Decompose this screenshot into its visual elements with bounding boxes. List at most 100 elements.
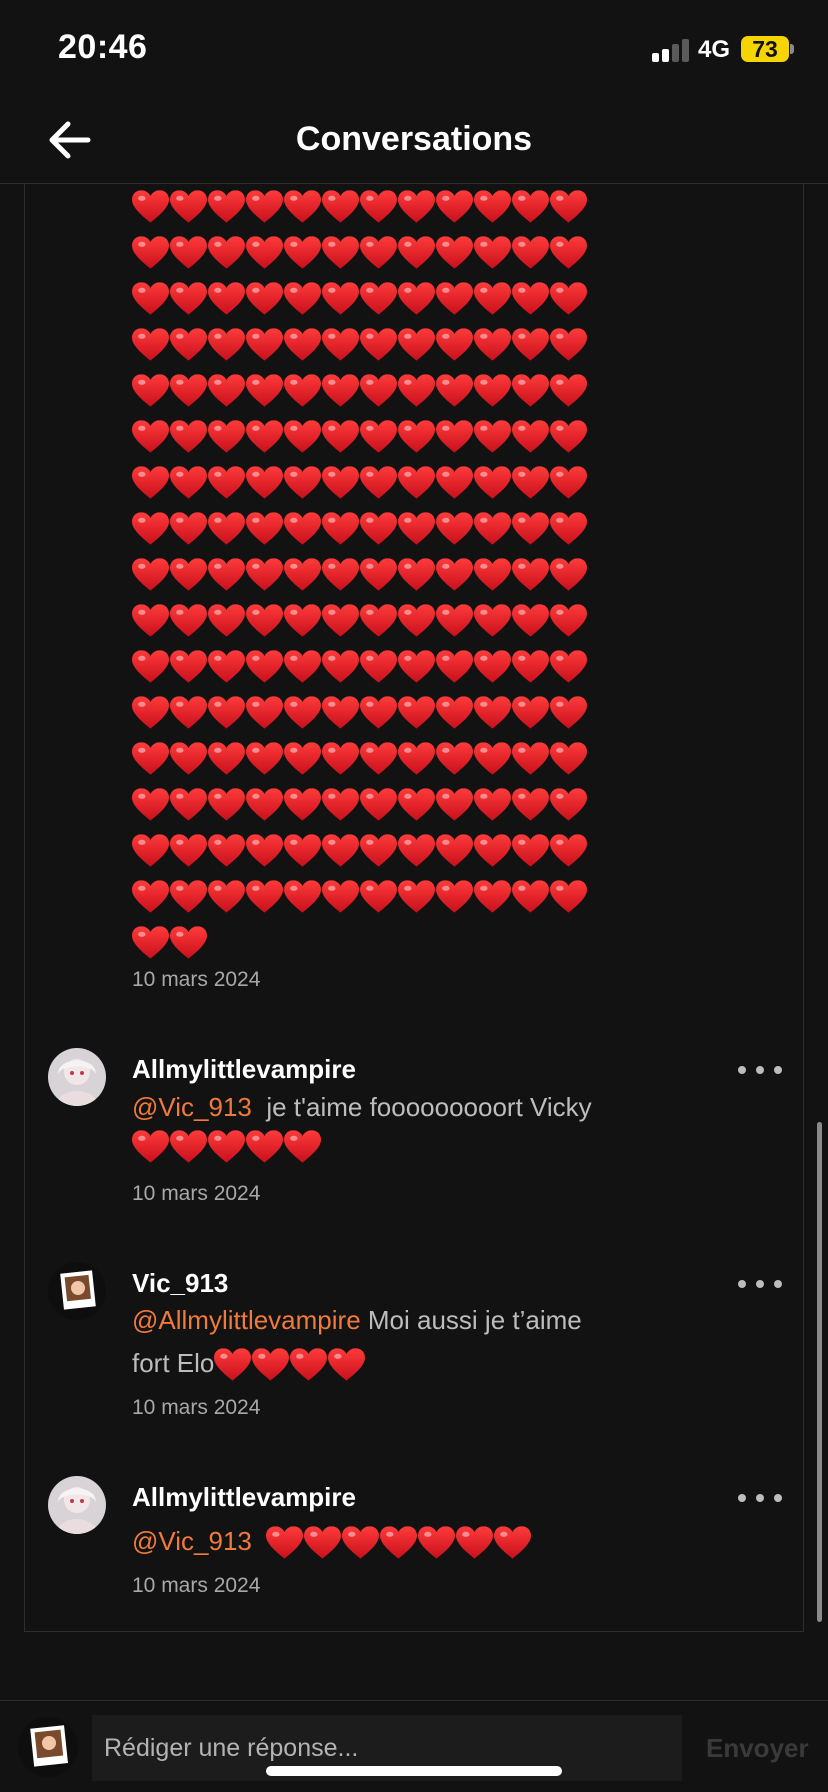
heart-icon — [246, 834, 283, 868]
heart-icon — [436, 742, 473, 776]
heart-icon — [398, 236, 435, 270]
heart-icon — [474, 512, 511, 546]
heart-icon — [246, 742, 283, 776]
heart-icon — [474, 420, 511, 454]
heart-icon — [322, 834, 359, 868]
mention-link[interactable]: @Vic_913 — [132, 1526, 252, 1556]
heart-icon — [398, 374, 435, 408]
heart-icon — [170, 650, 207, 684]
heart-icon — [246, 558, 283, 592]
heart-icon — [436, 650, 473, 684]
heart-icon — [512, 328, 549, 362]
battery-cap — [790, 44, 794, 54]
heart-icon — [474, 190, 511, 224]
heart-icon — [436, 466, 473, 500]
mention-link[interactable]: @Allmylittlevampire — [132, 1305, 361, 1335]
heart-icon — [436, 512, 473, 546]
heart-icon — [474, 880, 511, 914]
more-icon[interactable] — [738, 1488, 782, 1508]
comment-hearts — [132, 1130, 321, 1164]
status-bar: 20:46 4G 73 — [0, 0, 828, 96]
app-header: Conversations — [0, 96, 828, 184]
heart-icon — [322, 236, 359, 270]
heart-icon — [208, 190, 245, 224]
heart-row — [132, 920, 602, 966]
more-icon[interactable] — [738, 1060, 782, 1080]
heart-icon — [398, 558, 435, 592]
heart-icon — [474, 604, 511, 638]
heart-icon — [208, 236, 245, 270]
heart-icon — [322, 512, 359, 546]
heart-icon — [436, 374, 473, 408]
heart-icon — [322, 328, 359, 362]
heart-icon — [170, 512, 207, 546]
heart-icon — [322, 742, 359, 776]
heart-row — [132, 506, 602, 552]
heart-icon — [436, 604, 473, 638]
heart-icon — [550, 558, 587, 592]
heart-icon — [208, 696, 245, 730]
comment-author[interactable]: Allmylittlevampire — [132, 1482, 356, 1513]
heart-icon — [132, 788, 169, 822]
heart-icon — [132, 466, 169, 500]
comment-text-line: je t'aime fooooooooort Vicky — [266, 1092, 592, 1122]
heart-icon — [398, 604, 435, 638]
heart-icon — [284, 604, 321, 638]
heart-icon — [284, 788, 321, 822]
heart-icon — [474, 374, 511, 408]
heart-row — [132, 368, 602, 414]
heart-icon — [512, 190, 549, 224]
heart-icon — [322, 650, 359, 684]
heart-icon — [436, 558, 473, 592]
heart-icon — [208, 512, 245, 546]
heart-icon — [360, 558, 397, 592]
user-avatar[interactable] — [18, 1717, 78, 1777]
more-icon[interactable] — [738, 1274, 782, 1294]
heart-icon — [132, 558, 169, 592]
heart-icon — [284, 880, 321, 914]
heart-icon — [474, 742, 511, 776]
heart-row — [132, 276, 602, 322]
heart-icon — [456, 1526, 493, 1560]
heart-icon — [132, 742, 169, 776]
heart-icon — [284, 466, 321, 500]
heart-icon — [266, 1526, 303, 1560]
comment-text: @Vic_913 — [132, 1526, 531, 1560]
comment-author[interactable]: Vic_913 — [132, 1268, 228, 1299]
heart-icon — [550, 880, 587, 914]
mention-link[interactable]: @Vic_913 — [132, 1092, 252, 1122]
heart-icon — [512, 880, 549, 914]
heart-icon — [398, 696, 435, 730]
heart-icon — [360, 604, 397, 638]
heart-icon — [132, 880, 169, 914]
heart-icon — [512, 650, 549, 684]
send-button[interactable]: Envoyer — [706, 1733, 809, 1764]
heart-icon — [246, 696, 283, 730]
heart-icon — [246, 190, 283, 224]
heart-icon — [342, 1526, 379, 1560]
heart-icon — [418, 1526, 455, 1560]
heart-icon — [322, 466, 359, 500]
heart-row — [132, 690, 602, 736]
heart-icon — [474, 696, 511, 730]
signal-icon — [652, 38, 694, 62]
heart-icon — [380, 1526, 417, 1560]
heart-icon — [436, 696, 473, 730]
heart-icon — [398, 282, 435, 316]
heart-icon — [474, 650, 511, 684]
avatar[interactable] — [48, 1262, 106, 1320]
heart-icon — [398, 512, 435, 546]
comment-author[interactable]: Allmylittlevampire — [132, 1054, 356, 1085]
avatar[interactable] — [48, 1048, 106, 1106]
comment-text-line: fort Elo — [132, 1348, 215, 1378]
heart-icon — [208, 374, 245, 408]
heart-icon — [550, 328, 587, 362]
heart-icon — [436, 880, 473, 914]
heart-icon — [550, 512, 587, 546]
scrollbar[interactable] — [817, 1122, 822, 1622]
heart-icon — [284, 834, 321, 868]
avatar[interactable] — [48, 1476, 106, 1534]
heart-icon — [246, 512, 283, 546]
heart-row — [132, 644, 602, 690]
heart-icon — [322, 788, 359, 822]
